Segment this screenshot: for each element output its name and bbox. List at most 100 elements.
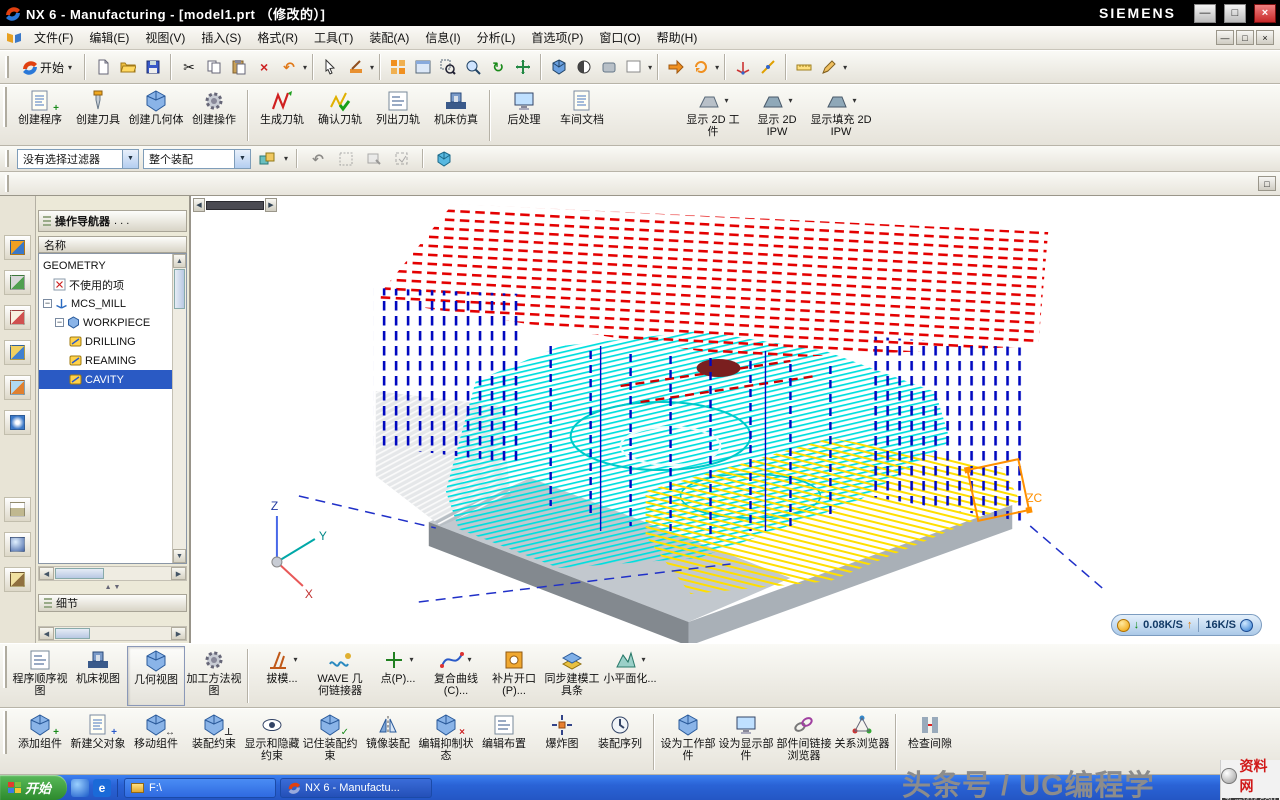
- wireframe-view-icon[interactable]: [572, 55, 596, 79]
- datum-axis-icon[interactable]: [756, 55, 780, 79]
- scroll-left-icon[interactable]: ◀: [39, 567, 54, 580]
- window-layout-icon[interactable]: [411, 55, 435, 79]
- interpart-select-icon[interactable]: [255, 147, 279, 171]
- new-file-icon[interactable]: [91, 55, 115, 79]
- dropdown-arrow-icon[interactable]: ▾: [648, 63, 652, 72]
- select-previous-icon[interactable]: ↶: [306, 147, 330, 171]
- postprocess-button[interactable]: 后处理: [495, 87, 553, 144]
- pan-icon[interactable]: [511, 55, 535, 79]
- cut-icon[interactable]: ✂: [177, 55, 201, 79]
- assembly-navigator-icon[interactable]: [4, 235, 31, 260]
- scroll-thumb[interactable]: [174, 269, 185, 309]
- synchronous-modeling-button[interactable]: 同步建模工具条: [543, 646, 601, 706]
- lasso-select-icon[interactable]: [390, 147, 414, 171]
- interpart-link-browser-button[interactable]: 部件间链接浏览器: [775, 711, 833, 773]
- make-work-part-button[interactable]: 设为工作部件: [659, 711, 717, 773]
- details-collapse-handle[interactable]: ▲▼: [36, 581, 189, 594]
- splitter-left-icon[interactable]: ◀: [193, 198, 205, 212]
- refresh-icon[interactable]: ↻: [486, 55, 510, 79]
- scroll-thumb[interactable]: [55, 628, 90, 639]
- start-roles-button[interactable]: 开始 ▾: [14, 56, 79, 79]
- edit-arrangements-button[interactable]: 编辑布置: [475, 711, 533, 773]
- dropdown-arrow-icon[interactable]: ▾: [852, 95, 856, 107]
- facet-body-button[interactable]: ▾小平面化...: [601, 646, 659, 706]
- wave-geometry-linker-button[interactable]: WAVE 几何链接器: [311, 646, 369, 706]
- create-program-button[interactable]: +创建程序: [11, 87, 69, 144]
- close-button[interactable]: ×: [1254, 4, 1276, 23]
- make-displayed-part-button[interactable]: 设为显示部件: [717, 711, 775, 773]
- point-button[interactable]: ▾点(P)...: [369, 646, 427, 706]
- show-2d-ipw-button[interactable]: ▾显示 2D IPW: [745, 87, 809, 144]
- constraint-navigator-icon[interactable]: [4, 270, 31, 295]
- minimize-button[interactable]: —: [1194, 4, 1216, 23]
- dropdown-arrow-icon[interactable]: ▾: [370, 63, 374, 72]
- tree-vertical-scrollbar[interactable]: ▲ ▼: [172, 254, 186, 563]
- dropdown-arrow-icon[interactable]: ▾: [843, 63, 847, 72]
- assembly-constraints-button[interactable]: ⊥装配约束: [185, 711, 243, 773]
- show-filled-2d-ipw-button[interactable]: ▾显示填充 2D IPW: [809, 87, 873, 144]
- dropdown-arrow-icon[interactable]: ▾: [715, 63, 719, 72]
- tree-row-reaming[interactable]: REAMING: [39, 351, 172, 370]
- relations-browser-button[interactable]: 关系浏览器: [833, 711, 891, 773]
- rotate-object-icon[interactable]: [689, 55, 713, 79]
- maximize-button[interactable]: □: [1224, 4, 1246, 23]
- scroll-up-icon[interactable]: ▲: [173, 254, 186, 268]
- menu-format[interactable]: 格式(R): [249, 26, 306, 49]
- part-navigator-icon[interactable]: [4, 305, 31, 330]
- splitter-drag-bar[interactable]: [206, 201, 264, 210]
- menu-analysis[interactable]: 分析(L): [469, 26, 524, 49]
- internet-explorer-icon[interactable]: e: [93, 779, 111, 797]
- history-palette-icon[interactable]: [4, 497, 31, 522]
- scroll-thumb[interactable]: [55, 568, 104, 579]
- details-section-header[interactable]: 细节: [38, 594, 187, 612]
- web-browser-icon[interactable]: [4, 410, 31, 435]
- name-column-header[interactable]: 名称: [38, 236, 187, 253]
- menu-help[interactable]: 帮助(H): [649, 26, 706, 49]
- csys-icon[interactable]: [731, 55, 755, 79]
- list-toolpath-button[interactable]: 列出刀轨: [369, 87, 427, 144]
- toolbar-drag-handle[interactable]: [5, 150, 9, 168]
- create-tool-button[interactable]: 创建刀具: [69, 87, 127, 144]
- dropdown-arrow-icon[interactable]: ▾: [467, 654, 471, 666]
- operation-navigator-icon[interactable]: [4, 340, 31, 365]
- graphics-viewport[interactable]: ZC Z Y X ◀ ▶ ↓ 0.0: [190, 196, 1280, 643]
- create-operation-button[interactable]: 创建操作: [185, 87, 243, 144]
- assembly-sequence-button[interactable]: 装配序列: [591, 711, 649, 773]
- menu-insert[interactable]: 插入(S): [193, 26, 249, 49]
- dropdown-arrow-icon[interactable]: ▾: [284, 154, 288, 163]
- mdi-minimize-button[interactable]: —: [1216, 30, 1234, 45]
- snap-ruler-icon[interactable]: [792, 55, 816, 79]
- machine-simulation-button[interactable]: 机床仿真: [427, 87, 485, 144]
- splitter-right-icon[interactable]: ▶: [265, 198, 277, 212]
- toolbar-drag-handle[interactable]: [5, 175, 9, 191]
- menu-preferences[interactable]: 首选项(P): [523, 26, 591, 49]
- scroll-track[interactable]: [54, 627, 171, 640]
- scroll-left-icon[interactable]: ◀: [39, 627, 54, 640]
- show-hide-constraints-button[interactable]: 显示和隐藏约束: [243, 711, 301, 773]
- paste-icon[interactable]: [227, 55, 251, 79]
- task-window-nx[interactable]: NX 6 - Manufactu...: [280, 778, 432, 798]
- scroll-track[interactable]: [54, 567, 171, 580]
- sketch-pencil-icon[interactable]: [817, 55, 841, 79]
- zoom-icon[interactable]: [461, 55, 485, 79]
- select-window-icon[interactable]: [362, 147, 386, 171]
- program-order-view-button[interactable]: 程序顺序视图: [11, 646, 69, 706]
- tree-row-workpiece[interactable]: − WORKPIECE: [39, 313, 172, 332]
- details-horizontal-scrollbar[interactable]: ◀ ▶: [38, 626, 187, 641]
- delete-icon[interactable]: ×: [252, 55, 276, 79]
- background-swatch-icon[interactable]: [622, 55, 646, 79]
- task-window-explorer[interactable]: F:\: [124, 778, 276, 798]
- toolbar-drag-handle[interactable]: [3, 87, 7, 127]
- restore-pane-icon[interactable]: □: [1258, 176, 1276, 191]
- generate-toolpath-button[interactable]: 生成刀轨: [253, 87, 311, 144]
- expander-icon[interactable]: −: [43, 299, 52, 308]
- create-geometry-button[interactable]: 创建几何体: [127, 87, 185, 144]
- dropdown-arrow-icon[interactable]: ▾: [293, 654, 297, 666]
- copy-icon[interactable]: [202, 55, 226, 79]
- combo-arrow-icon[interactable]: ▼: [122, 150, 138, 168]
- machining-method-view-button[interactable]: 加工方法视图: [185, 646, 243, 706]
- patch-opening-button[interactable]: 补片开口(P)...: [485, 646, 543, 706]
- verify-toolpath-button[interactable]: 确认刀轨: [311, 87, 369, 144]
- composite-curve-button[interactable]: ▾复合曲线(C)...: [427, 646, 485, 706]
- draft-button[interactable]: ▾拔模...: [253, 646, 311, 706]
